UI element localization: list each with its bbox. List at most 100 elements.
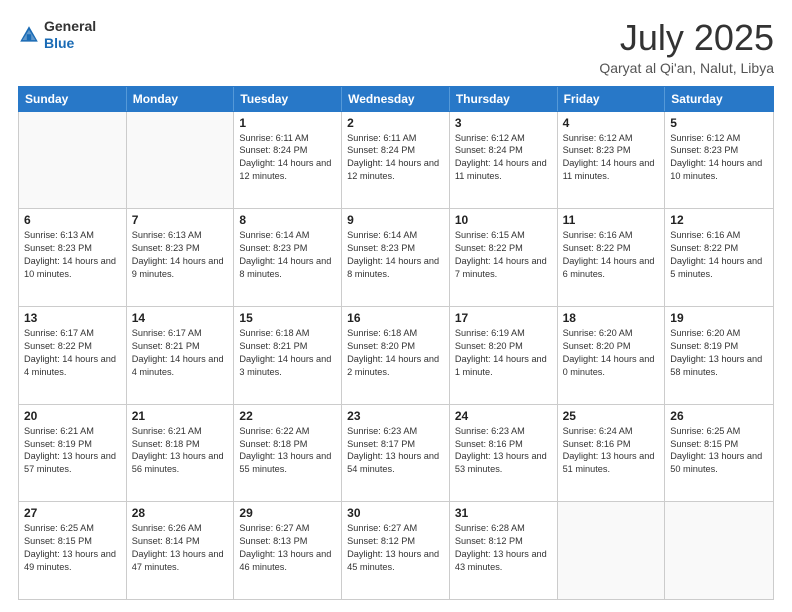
cal-cell: 14Sunrise: 6:17 AM Sunset: 8:21 PM Dayli… [127,307,235,404]
day-number: 18 [563,311,660,325]
cal-cell: 6Sunrise: 6:13 AM Sunset: 8:23 PM Daylig… [19,209,127,306]
cal-cell: 22 Sunrise: 6:22 AM Sunset: 8:18 PM Dayli… [234,405,342,502]
logo-blue: Blue [44,35,96,52]
day-number: 10 [455,213,552,227]
cal-cell: 24Sunrise: 6:23 AM Sunset: 8:16 PM Dayli… [450,405,558,502]
day-number: 22 [239,409,336,423]
day-number: 31 [455,506,552,520]
cal-cell [127,112,235,209]
header-day-wednesday: Wednesday [342,87,450,111]
cal-cell: 31 Sunrise: 6:28 AM Sunset: 8:12 PM Dayli… [450,502,558,599]
cal-cell: 23 Sunrise: 6:23 AM Sunset: 8:17 PM Dayli… [342,405,450,502]
day-number: 5 [670,116,768,130]
day-number: 30 [347,506,444,520]
cal-cell: 29 Sunrise: 6:27 AM Sunset: 8:13 PM Dayli… [234,502,342,599]
cell-details: Sunrise: 6:15 AM Sunset: 8:22 PM Dayligh… [455,229,552,281]
cal-cell: 5 Sunrise: 6:12 AM Sunset: 8:23 PM Daylig… [665,112,773,209]
cal-cell: 21 Sunrise: 6:21 AM Sunset: 8:18 PM Dayli… [127,405,235,502]
cell-details: Sunrise: 6:16 AM Sunset: 8:22 PM Dayligh… [670,229,768,281]
cell-details: Sunrise: 6:21 AM Sunset: 8:19 PM Dayligh… [24,425,121,477]
cal-cell: 15Sunrise: 6:18 AM Sunset: 8:21 PM Dayli… [234,307,342,404]
cal-cell: 26Sunrise: 6:25 AM Sunset: 8:15 PM Dayli… [665,405,773,502]
header-day-friday: Friday [558,87,666,111]
calendar-subtitle: Qaryat al Qi'an, Nalut, Libya [599,60,774,76]
cal-cell: 19Sunrise: 6:20 AM Sunset: 8:19 PM Dayli… [665,307,773,404]
cal-cell: 30Sunrise: 6:27 AM Sunset: 8:12 PM Dayli… [342,502,450,599]
cell-details: Sunrise: 6:23 AM Sunset: 8:17 PM Dayligh… [347,425,444,477]
cal-cell [19,112,127,209]
day-number: 14 [132,311,229,325]
cal-cell [665,502,773,599]
day-number: 27 [24,506,121,520]
cell-details: Sunrise: 6:12 AM Sunset: 8:23 PM Dayligh… [670,132,768,184]
title-section: July 2025 Qaryat al Qi'an, Nalut, Libya [599,18,774,76]
cell-details: Sunrise: 6:22 AM Sunset: 8:18 PM Dayligh… [239,425,336,477]
day-number: 21 [132,409,229,423]
calendar-header: SundayMondayTuesdayWednesdayThursdayFrid… [18,86,774,112]
day-number: 29 [239,506,336,520]
cell-details: Sunrise: 6:11 AM Sunset: 8:24 PM Dayligh… [239,132,336,184]
cell-details: Sunrise: 6:24 AM Sunset: 8:16 PM Dayligh… [563,425,660,477]
cell-details: Sunrise: 6:12 AM Sunset: 8:23 PM Dayligh… [563,132,660,184]
day-number: 9 [347,213,444,227]
cal-cell [558,502,666,599]
cell-details: Sunrise: 6:18 AM Sunset: 8:20 PM Dayligh… [347,327,444,379]
cal-cell: 11 Sunrise: 6:16 AM Sunset: 8:22 PM Dayli… [558,209,666,306]
cell-details: Sunrise: 6:14 AM Sunset: 8:23 PM Dayligh… [347,229,444,281]
header-day-thursday: Thursday [450,87,558,111]
cell-details: Sunrise: 6:26 AM Sunset: 8:14 PM Dayligh… [132,522,229,574]
cell-details: Sunrise: 6:16 AM Sunset: 8:22 PM Dayligh… [563,229,660,281]
cell-details: Sunrise: 6:25 AM Sunset: 8:15 PM Dayligh… [670,425,768,477]
cal-cell: 3 Sunrise: 6:12 AM Sunset: 8:24 PM Daylig… [450,112,558,209]
week-row-1: 1Sunrise: 6:11 AM Sunset: 8:24 PM Daylig… [19,112,773,210]
cal-cell: 12 Sunrise: 6:16 AM Sunset: 8:22 PM Dayli… [665,209,773,306]
header-day-monday: Monday [127,87,235,111]
cal-cell: 8 Sunrise: 6:14 AM Sunset: 8:23 PM Daylig… [234,209,342,306]
page: General Blue July 2025 Qaryat al Qi'an, … [0,0,792,612]
day-number: 4 [563,116,660,130]
day-number: 8 [239,213,336,227]
cell-details: Sunrise: 6:27 AM Sunset: 8:13 PM Dayligh… [239,522,336,574]
cal-cell: 1Sunrise: 6:11 AM Sunset: 8:24 PM Daylig… [234,112,342,209]
day-number: 20 [24,409,121,423]
day-number: 3 [455,116,552,130]
cell-details: Sunrise: 6:17 AM Sunset: 8:22 PM Dayligh… [24,327,121,379]
cal-cell: 16 Sunrise: 6:18 AM Sunset: 8:20 PM Dayli… [342,307,450,404]
week-row-3: 13Sunrise: 6:17 AM Sunset: 8:22 PM Dayli… [19,307,773,405]
cell-details: Sunrise: 6:28 AM Sunset: 8:12 PM Dayligh… [455,522,552,574]
day-number: 11 [563,213,660,227]
calendar-body: 1Sunrise: 6:11 AM Sunset: 8:24 PM Daylig… [18,112,774,600]
day-number: 23 [347,409,444,423]
cal-cell: 4 Sunrise: 6:12 AM Sunset: 8:23 PM Daylig… [558,112,666,209]
day-number: 6 [24,213,121,227]
cell-details: Sunrise: 6:20 AM Sunset: 8:19 PM Dayligh… [670,327,768,379]
day-number: 25 [563,409,660,423]
cell-details: Sunrise: 6:21 AM Sunset: 8:18 PM Dayligh… [132,425,229,477]
header-day-saturday: Saturday [665,87,773,111]
header: General Blue July 2025 Qaryat al Qi'an, … [18,18,774,76]
header-day-tuesday: Tuesday [234,87,342,111]
day-number: 16 [347,311,444,325]
day-number: 2 [347,116,444,130]
calendar: SundayMondayTuesdayWednesdayThursdayFrid… [18,86,774,600]
cal-cell: 2 Sunrise: 6:11 AM Sunset: 8:24 PM Daylig… [342,112,450,209]
logo-icon [18,24,40,46]
cal-cell: 27Sunrise: 6:25 AM Sunset: 8:15 PM Dayli… [19,502,127,599]
cal-cell: 20 Sunrise: 6:21 AM Sunset: 8:19 PM Dayli… [19,405,127,502]
cal-cell: 18Sunrise: 6:20 AM Sunset: 8:20 PM Dayli… [558,307,666,404]
logo-general: General [44,18,96,35]
cell-details: Sunrise: 6:14 AM Sunset: 8:23 PM Dayligh… [239,229,336,281]
calendar-title: July 2025 [599,18,774,58]
cal-cell: 10 Sunrise: 6:15 AM Sunset: 8:22 PM Dayli… [450,209,558,306]
day-number: 17 [455,311,552,325]
cell-details: Sunrise: 6:11 AM Sunset: 8:24 PM Dayligh… [347,132,444,184]
header-day-sunday: Sunday [19,87,127,111]
week-row-4: 20 Sunrise: 6:21 AM Sunset: 8:19 PM Dayli… [19,405,773,503]
cell-details: Sunrise: 6:18 AM Sunset: 8:21 PM Dayligh… [239,327,336,379]
day-number: 24 [455,409,552,423]
day-number: 12 [670,213,768,227]
cell-details: Sunrise: 6:12 AM Sunset: 8:24 PM Dayligh… [455,132,552,184]
logo: General Blue [18,18,96,52]
cell-details: Sunrise: 6:13 AM Sunset: 8:23 PM Dayligh… [132,229,229,281]
day-number: 28 [132,506,229,520]
